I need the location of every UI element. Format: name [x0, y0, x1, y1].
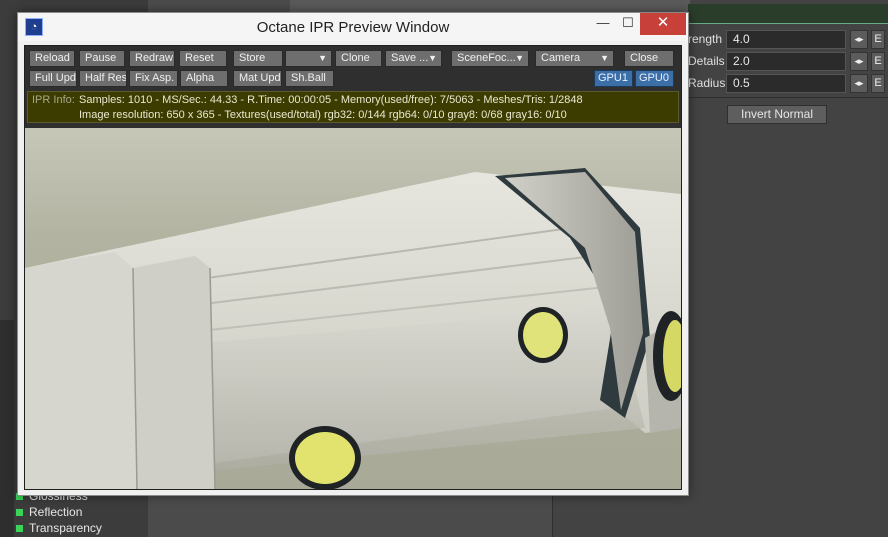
camera-dropdown[interactable]: Camera ▼: [535, 50, 614, 67]
shader-ball-button[interactable]: Sh.Ball: [285, 70, 334, 87]
chevron-down-icon: ▼: [515, 53, 524, 63]
left-block: [25, 252, 137, 489]
property-value-field[interactable]: 0.5: [726, 73, 846, 93]
left-collar: [133, 256, 215, 489]
pause-button[interactable]: Pause: [79, 50, 125, 67]
info-stats-line: Samples: 1010 - MS/Sec.: 44.33 - R.Time:…: [79, 94, 583, 106]
alpha-button[interactable]: Alpha: [180, 70, 228, 87]
chevron-down-icon: ▼: [318, 53, 327, 63]
property-label: rength: [688, 32, 723, 46]
window-title: Octane IPR Preview Window: [256, 19, 450, 36]
spin-arrows-icon[interactable]: ◂▸: [850, 51, 868, 71]
ipr-body: Reload Pause Redraw Reset Store ▼ Clone …: [24, 45, 682, 490]
invert-normal-button[interactable]: Invert Normal: [727, 105, 827, 124]
property-row-radius: Radius 0.5 ◂▸ E: [688, 73, 885, 93]
clone-button[interactable]: Clone: [335, 50, 382, 67]
yellow-dot: [295, 432, 355, 484]
property-value-field[interactable]: 2.0: [726, 51, 846, 71]
save-dropdown[interactable]: Save ... ▼: [385, 50, 442, 67]
envelope-button[interactable]: E: [871, 51, 885, 71]
divider: [688, 97, 888, 98]
spin-arrows-icon[interactable]: ◂▸: [850, 29, 868, 49]
close-icon[interactable]: ✕: [640, 13, 686, 35]
chevron-down-icon: ▼: [600, 53, 609, 63]
redraw-button[interactable]: Redraw: [129, 50, 175, 67]
store-slot-dropdown[interactable]: ▼: [285, 50, 332, 67]
reload-button[interactable]: Reload: [29, 50, 75, 67]
ipr-info-panel: IPR Info: Samples: 1010 - MS/Sec.: 44.33…: [27, 91, 679, 123]
node-header-bar: [688, 4, 888, 24]
full-update-button[interactable]: Full Upd.: [29, 70, 77, 87]
scene-focus-dropdown[interactable]: SceneFoc... ▼: [451, 50, 529, 67]
envelope-button[interactable]: E: [871, 73, 885, 93]
info-label: IPR Info:: [32, 94, 75, 106]
render-image: [25, 168, 681, 489]
gpu1-toggle[interactable]: GPU1: [594, 70, 633, 87]
camera-label: Camera: [541, 52, 581, 64]
material-update-button[interactable]: Mat Upd: [233, 70, 282, 87]
list-item[interactable]: Reflection: [14, 504, 148, 520]
property-label: Details: [688, 54, 725, 68]
layer-label: Reflection: [29, 505, 83, 519]
store-button[interactable]: Store: [233, 50, 283, 67]
layer-label: Transparency: [29, 521, 102, 535]
save-label: Save ...: [391, 52, 429, 64]
reset-button[interactable]: Reset: [179, 50, 227, 67]
chevron-down-icon: ▼: [428, 53, 437, 63]
envelope-button[interactable]: E: [871, 29, 885, 49]
spin-arrows-icon[interactable]: ◂▸: [850, 73, 868, 93]
property-label: Radius: [688, 76, 726, 90]
info-resolution-line: Image resolution: 650 x 365 - Textures(u…: [79, 109, 567, 121]
left-strip: [0, 320, 14, 537]
property-value-field[interactable]: 4.0: [726, 29, 846, 49]
title-bar[interactable]: ◔ Octane IPR Preview Window — ☐ ✕: [18, 13, 688, 41]
close-button[interactable]: Close: [624, 50, 674, 67]
fix-aspect-button[interactable]: Fix Asp.: [129, 70, 178, 87]
property-row-strength: rength 4.0 ◂▸ E: [688, 29, 885, 49]
layer-enabled-icon[interactable]: [16, 524, 23, 532]
list-item[interactable]: Transparency: [14, 520, 148, 536]
scene-focus-label: SceneFoc...: [457, 52, 516, 64]
minimize-icon[interactable]: —: [591, 13, 615, 35]
render-viewport[interactable]: [25, 128, 681, 489]
half-res-button[interactable]: Half Res: [79, 70, 127, 87]
ipr-preview-window: ◔ Octane IPR Preview Window — ☐ ✕ Reload…: [17, 12, 689, 496]
gpu0-toggle[interactable]: GPU0: [635, 70, 674, 87]
maximize-icon[interactable]: ☐: [616, 13, 640, 35]
yellow-dot: [523, 312, 563, 358]
layer-enabled-icon[interactable]: [16, 508, 23, 516]
property-row-details: Details 2.0 ◂▸ E: [688, 51, 885, 71]
